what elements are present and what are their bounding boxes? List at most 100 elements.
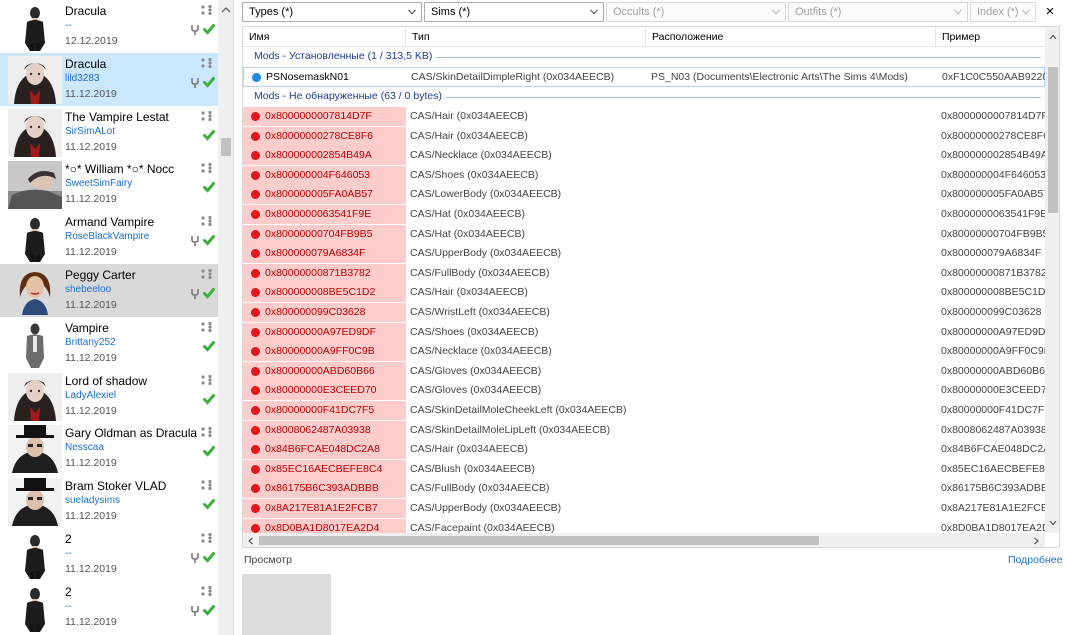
cell-location [646, 303, 936, 322]
cell-name: 0x8D0BA1D8017EA2D4 [243, 518, 406, 533]
sim-author-link[interactable]: Nesscaa [65, 442, 104, 453]
table-row[interactable]: 0x80000000278CE8F6 CAS/Hair (0x034AEECB) 0… [243, 126, 1045, 147]
table-row[interactable]: 0x80000000F41DC7F5 CAS/SkinDetailMoleChee… [243, 401, 1045, 421]
table-row[interactable]: 0x8000000007814D7F CAS/Hair (0x034AEECB) 0… [243, 107, 1045, 127]
sim-author-link[interactable]: sueladysims [65, 495, 120, 506]
cell-location [646, 205, 936, 224]
check-icon [203, 288, 215, 299]
cell-name-text: 0x800000002854B49A [265, 149, 372, 162]
table-row[interactable]: 0x80000000A97ED9DF CAS/Shoes (0x034AEECB)… [243, 322, 1045, 343]
table-row[interactable]: 0x84B6FCAE048DC2A8 CAS/Hair (0x034AEECB) 0… [243, 440, 1045, 460]
cell-name-text: 0x800000005FA0AB57 [265, 188, 374, 201]
sim-author-link[interactable]: SirSimALot [65, 126, 115, 137]
column-header-name[interactable]: Имя [243, 27, 406, 47]
table-row[interactable]: 0x80000000ABD60B66 CAS/Gloves (0x034AEECB… [243, 361, 1045, 382]
sim-list-item[interactable]: Dracula lild3283 11.12.2019 [0, 52, 218, 106]
cell-name-text: 0x80000000A97ED9DF [265, 325, 376, 338]
sim-author-link[interactable]: SweetSimFairy [65, 178, 132, 189]
cell-type: CAS/Shoes (0x034AEECB) [406, 165, 646, 185]
table-row[interactable]: 0x8D0BA1D8017EA2D4 CAS/Facepaint (0x034AE… [243, 518, 1045, 533]
details-link[interactable]: Подробнее [1008, 554, 1062, 566]
occults-filter-select[interactable]: Occults (*) [606, 2, 786, 22]
grid-horizontal-scroll-thumb[interactable] [259, 536, 819, 545]
sim-name: Bram Stoker VLAD [65, 479, 167, 494]
fork-icon [191, 553, 199, 563]
sim-list-item[interactable]: 2 -- 11.12.2019 [0, 581, 218, 634]
cell-type: CAS/UpperBody (0x034AEECB) [406, 244, 646, 264]
sim-list-scroll-thumb[interactable] [221, 138, 231, 156]
close-icon[interactable]: × [1040, 2, 1060, 22]
table-row[interactable]: 0x85EC16AECBEFE8C4 CAS/Blush (0x034AEECB)… [243, 459, 1045, 480]
sim-list: Dracula -- 12.12.2019 Dracula lild3283 11.12.… [0, 0, 218, 635]
table-row[interactable]: 0x800000099C03628 CAS/WristLeft (0x034AEE… [243, 303, 1045, 323]
check-icon [203, 235, 215, 246]
group-header-row[interactable]: Mods - Не обнаруженные (63 / 0 bytes) [243, 87, 1045, 105]
column-header-example[interactable]: Пример [936, 27, 1046, 47]
chevron-down-icon [772, 9, 780, 15]
cell-example: 0x80000000A9FF0C9B [936, 342, 1045, 362]
table-row[interactable]: 0x8000000063541F9E CAS/Hat (0x034AEECB) 0x… [243, 205, 1045, 225]
sim-author-link[interactable]: RoseBlackVampire [65, 231, 149, 242]
column-header-type[interactable]: Тип [406, 27, 646, 47]
sim-author-link[interactable]: lild3283 [65, 73, 99, 84]
sim-list-scrollbar[interactable] [218, 0, 234, 635]
table-row[interactable]: 0x8008062487A03938 CAS/SkinDetailMoleLipL… [243, 420, 1045, 441]
sim-author-link[interactable]: LadyAlexiel [65, 390, 116, 401]
cell-type: CAS/Facepaint (0x034AEECB) [406, 518, 646, 533]
types-filter-select[interactable]: Types (*) [242, 2, 422, 22]
sim-author-link[interactable]: shebeeloo [65, 284, 111, 295]
cell-name-text: 0x84B6FCAE048DC2A8 [265, 443, 380, 456]
scroll-right-arrow-icon[interactable] [1030, 535, 1042, 547]
table-row[interactable]: 0x80000000704FB9B5 CAS/Hat (0x034AEECB) 0x… [243, 224, 1045, 245]
sim-date: 11.12.2019 [65, 615, 117, 628]
table-row[interactable]: 0x8A217E81A1E2FCB7 CAS/UpperBody (0x034AE… [243, 499, 1045, 519]
cell-type: CAS/Hat (0x034AEECB) [406, 205, 646, 224]
sim-list-item[interactable]: Peggy Carter shebeeloo 11.12.2019 [0, 264, 218, 317]
table-row[interactable]: 0x86175B6C393ADBBB CAS/FullBody (0x034AEE… [243, 479, 1045, 499]
table-row[interactable]: 0x800000079A6834F CAS/UpperBody (0x034AEE… [243, 244, 1045, 264]
scroll-left-arrow-icon[interactable] [245, 535, 257, 547]
sim-list-item[interactable]: Armand Vampire RoseBlackVampire 11.12.2019 [0, 211, 218, 264]
grid-vertical-scrollbar[interactable] [1045, 27, 1059, 533]
cell-name: 0x80000000F41DC7F5 [243, 401, 406, 420]
sim-list-item[interactable]: Lord of shadow LadyAlexiel 11.12.2019 [0, 370, 218, 423]
scroll-up-arrow-icon[interactable] [218, 2, 234, 18]
column-header-location[interactable]: Расположение [646, 27, 936, 47]
group-header-row[interactable]: Mods - Установленные (1 / 313,5 KB) [243, 47, 1045, 65]
table-row[interactable]: 0x800000008BE5C1D2 CAS/Hair (0x034AEECB) 0… [243, 283, 1045, 303]
table-row[interactable]: 0x800000005FA0AB57 CAS/LowerBody (0x034AE… [243, 185, 1045, 205]
sim-list-item[interactable]: Gary Oldman as Dracula Nesscaa 11.12.2019 [0, 422, 218, 475]
status-dot-icon [251, 445, 260, 455]
scroll-down-arrow-icon[interactable] [1047, 517, 1059, 529]
status-dot-icon [251, 464, 260, 474]
sims-filter-select[interactable]: Sims (*) [424, 2, 604, 22]
sim-list-item[interactable]: Vampire Brittany252 11.12.2019 [0, 317, 218, 370]
cell-name: 0x8008062487A03938 [243, 420, 406, 440]
sim-author-link[interactable]: -- [65, 20, 72, 31]
sim-author-link[interactable]: Brittany252 [65, 337, 116, 348]
index-filter-select[interactable]: Index (*) [970, 2, 1036, 22]
outfits-filter-select[interactable]: Outfits (*) [788, 2, 968, 22]
table-row[interactable]: 0x800000004F646053 CAS/Shoes (0x034AEECB)… [243, 165, 1045, 186]
cell-name-text: 0x80000000E3CEED70 [265, 384, 377, 397]
cell-location [646, 361, 936, 381]
table-row[interactable]: 0x800000002854B49A CAS/Necklace (0x034AEE… [243, 146, 1045, 166]
sim-list-item[interactable]: 2 -- 11.12.2019 [0, 528, 218, 581]
scroll-up-arrow-icon[interactable] [1047, 31, 1059, 43]
grid-horizontal-scrollbar[interactable] [243, 533, 1045, 547]
table-row[interactable]: PSNosemaskN01 CAS/SkinDetailDimpleRight (… [243, 67, 1045, 87]
sim-author-link[interactable]: -- [65, 548, 72, 559]
table-row[interactable]: 0x80000000871B3782 CAS/FullBody (0x034AEE… [243, 263, 1045, 284]
table-row[interactable]: 0x80000000A9FF0C9B CAS/Necklace (0x034AEE… [243, 342, 1045, 362]
sim-name: 2 [65, 584, 72, 599]
cell-type: CAS/WristLeft (0x034AEECB) [406, 303, 646, 322]
table-row[interactable]: 0x80000000E3CEED70 CAS/Gloves (0x034AEECB… [243, 381, 1045, 401]
sim-list-item[interactable]: Dracula -- 12.12.2019 [0, 0, 218, 53]
sim-author-link[interactable]: -- [65, 601, 72, 612]
sim-list-item[interactable]: *○* William *○* Nocc SweetSimFairy 11.12.2… [0, 158, 218, 211]
grid-vertical-scroll-thumb[interactable] [1048, 67, 1058, 213]
sim-list-item[interactable]: The Vampire Lestat SirSimALot 11.12.2019 [0, 106, 218, 159]
sim-date: 11.12.2019 [65, 140, 117, 153]
sim-list-item[interactable]: Bram Stoker VLAD sueladysims 11.12.2019 [0, 475, 218, 528]
cell-location [646, 381, 936, 401]
